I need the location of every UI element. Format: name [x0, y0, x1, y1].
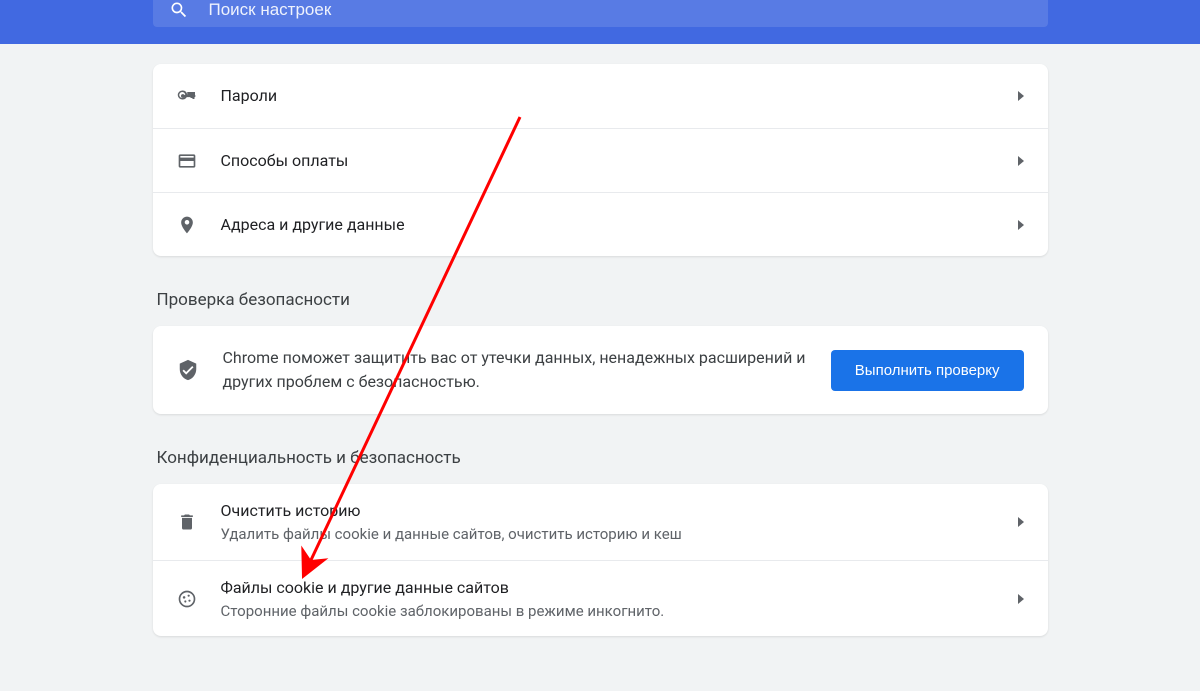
- row-title: Файлы cookie и другие данные сайтов: [221, 577, 1018, 599]
- chevron-right-icon: [1018, 517, 1024, 527]
- chevron-right-icon: [1018, 156, 1024, 166]
- header: [0, 0, 1200, 44]
- row-cookies[interactable]: Файлы cookie и другие данные сайтов Стор…: [153, 560, 1048, 636]
- trash-icon: [177, 512, 197, 532]
- chevron-right-icon: [1018, 594, 1024, 604]
- row-title: Очистить историю: [221, 500, 1018, 522]
- row-title: Способы оплаты: [221, 150, 1018, 172]
- row-title: Адреса и другие данные: [221, 214, 1018, 236]
- location-pin-icon: [177, 215, 197, 235]
- row-subtitle: Сторонние файлы cookie заблокированы в р…: [221, 601, 1018, 621]
- row-addresses[interactable]: Адреса и другие данные: [153, 192, 1048, 256]
- row-payment[interactable]: Способы оплаты: [153, 128, 1048, 192]
- safety-description: Chrome поможет защитить вас от утечки да…: [223, 346, 831, 394]
- safety-card: Chrome поможет защитить вас от утечки да…: [153, 326, 1048, 414]
- row-clear-history[interactable]: Очистить историю Удалить файлы cookie и …: [153, 484, 1048, 560]
- cookie-icon: [177, 589, 197, 609]
- safety-heading: Проверка безопасности: [153, 290, 1048, 310]
- search-input[interactable]: [209, 0, 1032, 20]
- run-safety-check-button[interactable]: Выполнить проверку: [831, 350, 1024, 391]
- privacy-heading: Конфиденциальность и безопасность: [153, 448, 1048, 468]
- chevron-right-icon: [1018, 220, 1024, 230]
- shield-check-icon: [177, 359, 199, 381]
- key-icon: [177, 86, 197, 106]
- row-title: Пароли: [221, 85, 1018, 107]
- row-passwords[interactable]: Пароли: [153, 64, 1048, 128]
- autofill-card: Пароли Способы оплаты Адреса и другие да…: [153, 64, 1048, 256]
- row-subtitle: Удалить файлы cookie и данные сайтов, оч…: [221, 524, 1018, 544]
- search-box[interactable]: [153, 0, 1048, 27]
- search-icon: [169, 0, 189, 20]
- credit-card-icon: [177, 151, 197, 171]
- content: Пароли Способы оплаты Адреса и другие да…: [153, 64, 1048, 636]
- privacy-card: Очистить историю Удалить файлы cookie и …: [153, 484, 1048, 636]
- chevron-right-icon: [1018, 91, 1024, 101]
